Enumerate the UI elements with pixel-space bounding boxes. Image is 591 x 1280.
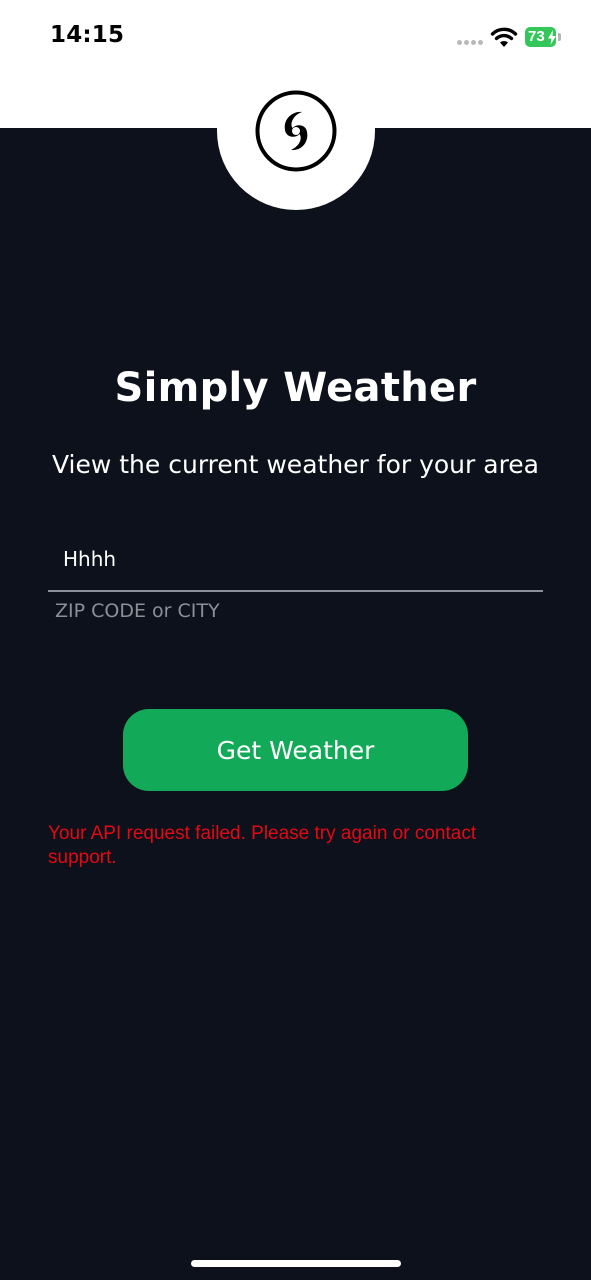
location-input-container — [48, 530, 543, 592]
app-logo — [217, 52, 375, 210]
home-indicator[interactable] — [191, 1260, 401, 1267]
battery-cap — [558, 33, 561, 41]
battery-level: 73 — [528, 28, 545, 45]
error-message: Your API request failed. Please try agai… — [48, 823, 477, 868]
wifi-icon — [490, 27, 518, 47]
app-title: Simply Weather — [114, 365, 477, 411]
status-time: 14:15 — [50, 22, 125, 48]
location-input-helper-text: ZIP CODE or CITY — [55, 600, 220, 622]
signal-icon — [457, 40, 485, 46]
location-input[interactable] — [48, 530, 543, 588]
app-subtitle: View the current weather for your area — [51, 450, 539, 479]
hurricane-icon — [255, 90, 337, 172]
get-weather-button[interactable]: Get Weather — [123, 709, 468, 791]
charging-bolt-icon — [548, 30, 556, 45]
